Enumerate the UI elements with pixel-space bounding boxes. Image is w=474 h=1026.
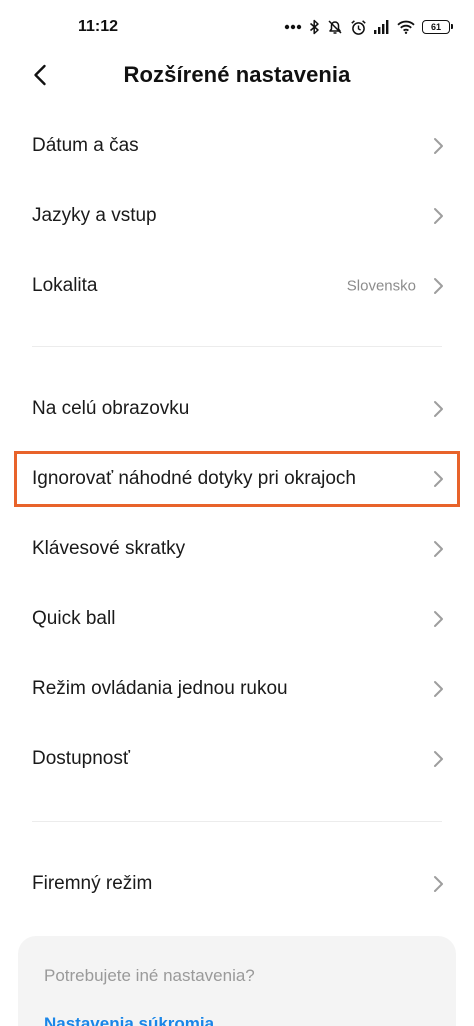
chevron-right-icon <box>432 470 444 488</box>
more-dots-icon <box>284 24 302 30</box>
settings-item-label: Firemný režim <box>32 873 153 894</box>
wifi-icon <box>397 20 415 34</box>
settings-item-label: Quick ball <box>32 608 116 629</box>
settings-item-label: Ignorovať náhodné dotyky pri okrajoch <box>32 468 356 489</box>
alarm-off-icon <box>327 19 343 35</box>
status-time: 11:12 <box>78 18 119 35</box>
bluetooth-icon <box>309 19 320 35</box>
page-title: Rozšírené nastavenia <box>123 62 351 87</box>
settings-item-one-handed-mode[interactable]: Režim ovládania jednou rukou <box>0 654 474 724</box>
help-question: Potrebujete iné nastavenia? <box>44 966 255 985</box>
settings-item-accessibility[interactable]: Dostupnosť <box>0 724 474 794</box>
help-card: Potrebujete iné nastavenia? Nastavenia s… <box>18 936 456 1026</box>
header: Rozšírené nastavenia <box>0 52 474 102</box>
chevron-right-icon <box>432 875 444 893</box>
chevron-right-icon <box>432 540 444 558</box>
chevron-right-icon <box>432 137 444 155</box>
privacy-settings-link[interactable]: Nastavenia súkromia <box>44 1014 214 1026</box>
chevron-right-icon <box>432 277 444 295</box>
chevron-right-icon <box>432 400 444 418</box>
section-divider <box>32 821 442 822</box>
status-icons: 61 <box>284 16 453 38</box>
settings-item-quick-ball[interactable]: Quick ball <box>0 584 474 654</box>
battery-icon: 61 <box>422 20 453 34</box>
settings-item-date-time[interactable]: Dátum a čas <box>0 111 474 181</box>
settings-item-full-screen[interactable]: Na celú obrazovku <box>0 374 474 444</box>
chevron-right-icon <box>432 750 444 768</box>
settings-item-business-mode[interactable]: Firemný režim <box>0 849 474 919</box>
settings-item-value: Slovensko <box>346 277 416 295</box>
chevron-right-icon <box>432 207 444 225</box>
settings-item-label: Dátum a čas <box>32 135 139 156</box>
settings-item-keyboard-shortcuts[interactable]: Klávesové skratky <box>0 514 474 584</box>
settings-item-languages-input[interactable]: Jazyky a vstup <box>0 181 474 251</box>
chevron-right-icon <box>432 680 444 698</box>
chevron-right-icon <box>432 610 444 628</box>
settings-screen: 11:12 61 Rozšírené nastavenia Dátum a ča… <box>0 0 474 1026</box>
settings-item-region[interactable]: Lokalita Slovensko <box>0 251 474 321</box>
status-bar: 11:12 61 <box>0 0 474 52</box>
settings-item-label: Na celú obrazovku <box>32 398 190 419</box>
signal-icon <box>374 20 390 34</box>
settings-item-label: Dostupnosť <box>32 748 130 769</box>
alarm-icon <box>350 19 367 36</box>
section-divider <box>32 346 442 347</box>
settings-item-ignore-edge-touches[interactable]: Ignorovať náhodné dotyky pri okrajoch <box>0 444 474 514</box>
settings-item-label: Režim ovládania jednou rukou <box>32 678 288 699</box>
settings-item-label: Klávesové skratky <box>32 538 186 559</box>
settings-item-label: Lokalita <box>32 275 98 296</box>
settings-item-label: Jazyky a vstup <box>32 205 157 226</box>
